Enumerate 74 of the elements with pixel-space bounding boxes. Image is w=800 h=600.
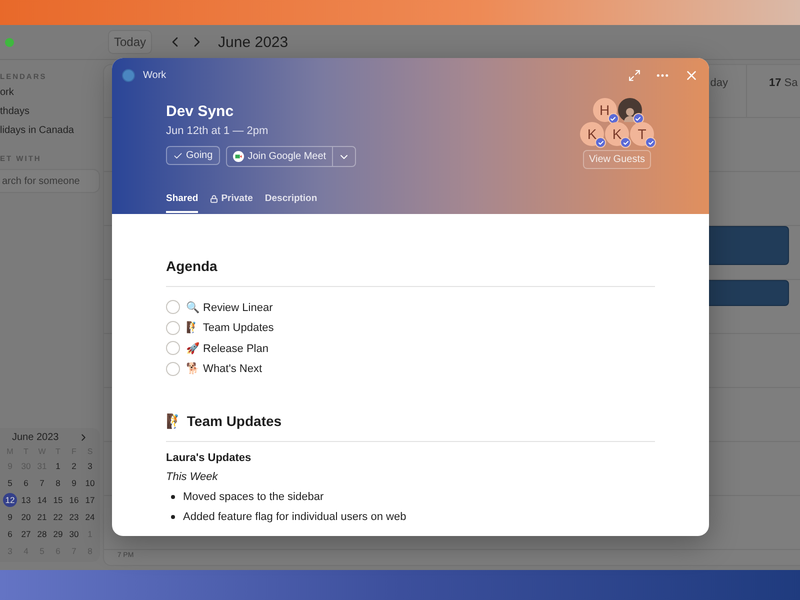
calendar-day[interactable]: 23 <box>67 510 81 524</box>
agenda-item: 🚀 Release Plan <box>186 342 268 355</box>
person-silhouette-icon <box>624 106 636 122</box>
calendar-day[interactable]: 10 <box>83 476 97 490</box>
calendar-day[interactable]: 16 <box>67 493 81 507</box>
calendar-day[interactable]: 6 <box>19 476 33 490</box>
checkbox[interactable] <box>166 300 180 314</box>
section-heading: Agenda <box>166 258 655 287</box>
calendar-day[interactable]: 9 <box>3 510 17 524</box>
guest-avatar[interactable]: K <box>580 122 604 146</box>
guest-avatar[interactable] <box>618 98 642 122</box>
window-zoom-button[interactable] <box>5 38 14 46</box>
video-camera-icon <box>232 151 244 162</box>
going-button[interactable]: Going <box>166 146 220 165</box>
calendar-day[interactable]: 24 <box>83 510 97 524</box>
calendar-day[interactable]: 6 <box>3 527 17 541</box>
lock-icon <box>210 194 218 202</box>
search-field[interactable]: arch for someone <box>0 169 100 193</box>
calendar-day[interactable]: 5 <box>3 476 17 490</box>
view-guests-button[interactable]: View Guests <box>583 150 651 169</box>
join-meet-button[interactable]: Join Google Meet <box>226 147 334 166</box>
calendar-day[interactable]: 27 <box>19 527 33 541</box>
bullet-icon <box>171 515 175 519</box>
week-label: This Week <box>166 471 219 483</box>
calendar-name: Work <box>143 70 166 81</box>
calendar-day[interactable]: 1 <box>51 459 65 473</box>
calendar-day[interactable]: 12 <box>3 493 17 507</box>
checkbox[interactable] <box>166 341 180 356</box>
tab[interactable]: Private <box>210 193 253 213</box>
calendar-dot <box>122 69 135 82</box>
calendar-day[interactable]: 30 <box>67 527 81 541</box>
section-heading: 🧗 Team Updates <box>166 413 655 442</box>
calendar-day[interactable]: 14 <box>35 493 49 507</box>
calendar-day[interactable]: 29 <box>51 527 65 541</box>
today-button[interactable]: Today <box>108 30 152 54</box>
guest-avatar[interactable]: H <box>592 98 616 122</box>
calendar-day[interactable]: 17 <box>83 493 97 507</box>
calendar-day[interactable]: 20 <box>19 510 33 524</box>
calendar-day[interactable]: 2 <box>67 459 81 473</box>
month-title: June 2023 <box>218 34 288 50</box>
checkbox[interactable] <box>166 320 180 335</box>
agenda-item: 🔍 Review Linear <box>186 300 273 314</box>
bullet-text: Moved spaces to the sidebar <box>183 491 324 503</box>
event-title: Dev Sync <box>166 103 234 120</box>
mini-calendar-title: June 2023 <box>12 432 59 443</box>
subheading: Laura's Updates <box>166 452 252 464</box>
calendar-day[interactable]: 15 <box>51 493 65 507</box>
tab[interactable]: Description <box>264 193 318 213</box>
calendar-day[interactable]: 7 <box>35 476 49 490</box>
tab[interactable]: Shared <box>166 193 198 213</box>
calendar-day[interactable]: 22 <box>51 510 65 524</box>
guest-avatar[interactable]: K <box>605 122 629 146</box>
bullet-text: Added feature flag for individual users on web <box>183 511 406 523</box>
bullet-icon <box>171 495 175 499</box>
calendar-day[interactable]: 13 <box>19 493 33 507</box>
event-time: Jun 12th at 1 — 2pm <box>166 125 268 137</box>
close-icon[interactable] <box>684 68 699 83</box>
guest-avatar[interactable]: T <box>630 122 654 146</box>
day-name: Sa <box>784 77 798 89</box>
calendar-day[interactable]: 8 <box>51 476 65 490</box>
day-number: 17 <box>769 77 782 89</box>
checkbox[interactable] <box>166 362 180 376</box>
calendar-day[interactable]: 21 <box>35 510 49 524</box>
calendar-day[interactable]: 9 <box>67 476 81 490</box>
expand-icon[interactable] <box>628 69 641 82</box>
calendar-item[interactable]: thdays <box>0 106 100 117</box>
calendar-item[interactable]: ork <box>0 87 100 98</box>
agenda-item: 🧗 Team Updates <box>186 321 274 334</box>
agenda-item: 🐕 What's Next <box>186 362 262 376</box>
check-icon <box>173 150 183 160</box>
calendar-day[interactable]: 3 <box>83 459 97 473</box>
calendar-item[interactable]: lidays in Canada <box>0 125 100 136</box>
calendar-day[interactable]: 28 <box>35 527 49 541</box>
day-name: day <box>710 77 728 89</box>
